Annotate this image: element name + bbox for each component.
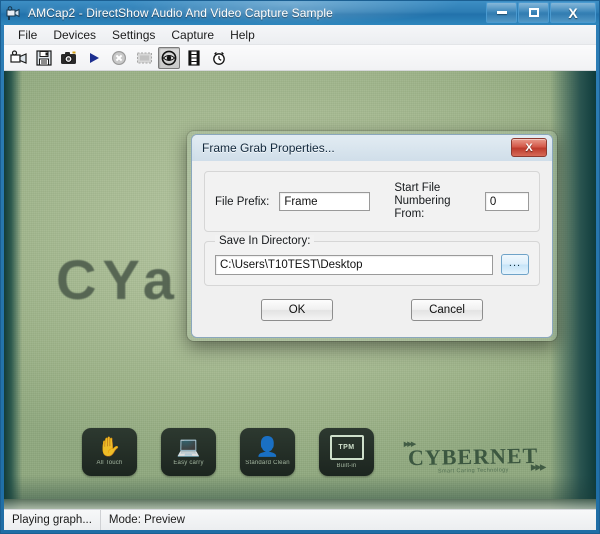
application-window: AMCap2 - DirectShow Audio And Video Capt… xyxy=(0,0,600,534)
minimize-icon xyxy=(496,11,507,14)
file-prefix-input[interactable]: Frame xyxy=(279,192,371,211)
cancel-button[interactable]: Cancel xyxy=(411,299,483,321)
select-capture-device-icon[interactable] xyxy=(8,47,30,69)
menu-capture[interactable]: Capture xyxy=(163,27,222,43)
save-directory-group: Save In Directory: C:\Users\T10TEST\Desk… xyxy=(204,235,540,286)
stop-icon[interactable] xyxy=(108,47,130,69)
video-left-edge-shadow xyxy=(4,71,22,509)
feature-label: Standard Clean xyxy=(245,460,290,466)
hand-touch-icon: ✋ xyxy=(97,437,122,458)
easy-carry-icon: 💻 xyxy=(176,437,201,458)
window-title: AMCap2 - DirectShow Audio And Video Capt… xyxy=(28,6,333,20)
camcorder-icon xyxy=(5,4,23,22)
video-large-brand-text: CYa xyxy=(56,248,180,311)
save-directory-input[interactable]: C:\Users\T10TEST\Desktop xyxy=(215,254,493,275)
status-bar: Playing graph... Mode: Preview xyxy=(4,509,596,530)
start-numbering-label-block: Start File Numbering From: xyxy=(394,182,475,221)
file-naming-group: File Prefix: Frame Start File Numbering … xyxy=(204,171,540,232)
cybernet-logo: ▸▸▸ CYBERNET Smart Caring Technology ▸▸▸ xyxy=(403,438,544,475)
snapshot-camera-icon[interactable] xyxy=(58,47,80,69)
feature-badge-easy-carry: 💻 Easy carry xyxy=(161,428,216,476)
feature-badge-person-support: 👤 Standard Clean xyxy=(240,428,295,476)
file-prefix-label: File Prefix: xyxy=(215,195,270,208)
frame-grab-properties-dialog: Frame Grab Properties... X File Prefix: … xyxy=(191,134,553,338)
dialog-button-row: OK Cancel xyxy=(204,299,540,321)
person-support-icon: 👤 xyxy=(255,437,280,458)
timer-icon[interactable] xyxy=(208,47,230,69)
tpm-chip-icon: TPM xyxy=(329,435,364,460)
menu-bar: File Devices Settings Capture Help xyxy=(4,25,596,45)
menu-file[interactable]: File xyxy=(10,27,45,43)
menu-devices[interactable]: Devices xyxy=(45,27,104,43)
preview-eye-icon[interactable] xyxy=(158,46,180,69)
window-titlebar[interactable]: AMCap2 - DirectShow Audio And Video Capt… xyxy=(1,1,599,25)
dialog-title: Frame Grab Properties... xyxy=(202,141,335,155)
window-controls: X xyxy=(486,2,596,23)
minimize-button[interactable] xyxy=(486,2,517,23)
start-numbering-input[interactable]: 0 xyxy=(484,192,529,211)
dialog-titlebar[interactable]: Frame Grab Properties... X xyxy=(192,135,552,161)
close-icon: X xyxy=(568,4,578,21)
browse-directory-button[interactable]: ... xyxy=(501,254,529,275)
maximize-icon xyxy=(528,8,539,17)
start-numbering-label-line1: Start File xyxy=(394,182,441,194)
ok-button[interactable]: OK xyxy=(261,299,333,321)
record-icon[interactable] xyxy=(133,47,155,69)
feature-badge-tpm: TPM Built-in xyxy=(319,428,374,476)
menu-help[interactable]: Help xyxy=(222,27,263,43)
feature-badge-all-touch: ✋ All Touch xyxy=(82,428,137,476)
save-icon[interactable] xyxy=(33,47,55,69)
feature-label: Built-in xyxy=(336,463,357,469)
save-directory-row: C:\Users\T10TEST\Desktop ... xyxy=(215,254,529,275)
start-numbering-label-line2: Numbering From: xyxy=(394,195,451,220)
save-directory-legend: Save In Directory: xyxy=(215,235,315,247)
close-button[interactable]: X xyxy=(550,2,596,23)
maximize-button[interactable] xyxy=(518,2,549,23)
status-mode: Mode: Preview xyxy=(108,514,185,526)
feature-label: All Touch xyxy=(96,460,123,466)
dialog-close-button[interactable]: X xyxy=(511,138,547,157)
close-icon: X xyxy=(525,141,533,154)
play-icon[interactable] xyxy=(83,47,105,69)
status-graph-state: Playing graph... xyxy=(4,510,101,530)
filmstrip-icon[interactable] xyxy=(183,47,205,69)
feature-label: Easy carry xyxy=(173,460,204,466)
video-bottom-strip xyxy=(4,499,596,509)
logo-swoosh-bottom-icon: ▸▸▸ xyxy=(530,458,545,474)
toolbar xyxy=(4,45,596,71)
dialog-body: File Prefix: Frame Start File Numbering … xyxy=(192,161,552,337)
video-feature-badges: ✋ All Touch 💻 Easy carry 👤 Standard Clea… xyxy=(82,428,374,476)
menu-settings[interactable]: Settings xyxy=(104,27,163,43)
